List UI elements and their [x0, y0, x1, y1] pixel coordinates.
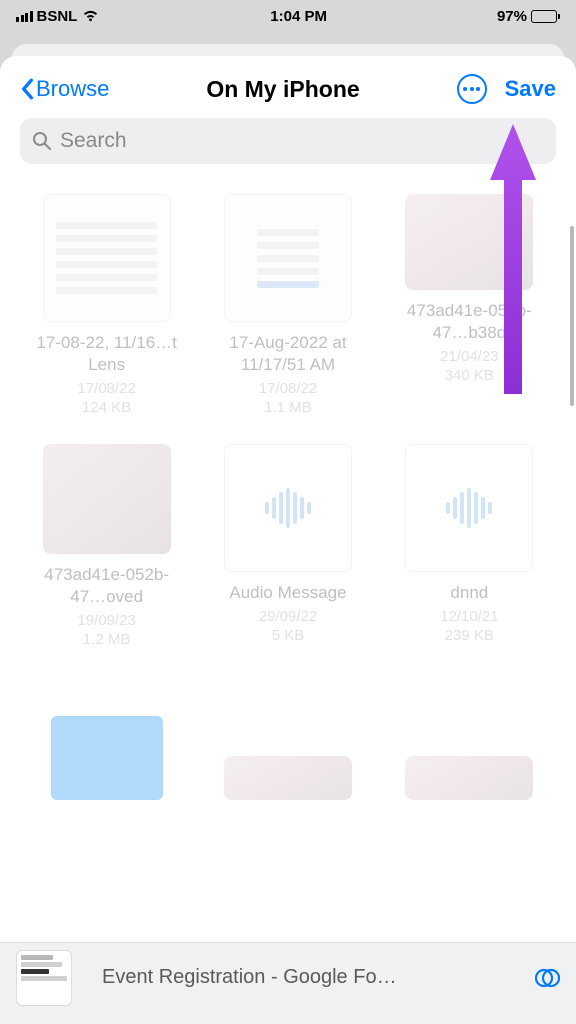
file-thumbnail	[405, 194, 533, 290]
file-date: 17/08/22	[77, 380, 135, 397]
page-address: Event Registration - Google Fo…	[102, 966, 397, 989]
carrier-label: BSNL	[37, 8, 78, 25]
file-date: 12/10/21	[440, 608, 498, 625]
file-thumbnail	[224, 756, 352, 800]
file-name: 473ad41e-052b-47…b38d	[394, 300, 544, 344]
status-time: 1:04 PM	[270, 8, 327, 25]
battery-percent: 97%	[497, 8, 527, 25]
file-thumbnail	[405, 444, 533, 572]
file-size: 239 KB	[445, 627, 494, 644]
back-button[interactable]: Browse	[20, 76, 109, 102]
more-options-button[interactable]	[457, 74, 487, 104]
file-item[interactable]: 473ad41e-052b-47…b38d 21/04/23 340 KB	[387, 194, 552, 416]
file-name: 17-08-22, 11/16…t Lens	[32, 332, 182, 376]
address-bar[interactable]: Event Registration - Google Fo…	[86, 956, 520, 1000]
file-size: 1.2 MB	[83, 631, 131, 648]
audio-wave-icon	[446, 488, 492, 528]
status-right: 97%	[497, 8, 560, 25]
tab-thumbnail[interactable]	[16, 950, 72, 1006]
file-item[interactable]: 473ad41e-052b-47…oved 19/09/23 1.2 MB	[24, 444, 189, 648]
back-label: Browse	[36, 76, 109, 102]
status-left: BSNL	[16, 8, 100, 25]
scroll-indicator	[570, 226, 574, 406]
file-thumbnail	[224, 444, 352, 572]
page-title: On My iPhone	[206, 76, 359, 103]
file-name: 17-Aug-2022 at 11/17/51 AM	[213, 332, 363, 376]
signal-icon	[16, 11, 33, 22]
file-grid: 17-08-22, 11/16…t Lens 17/08/22 124 KB 1…	[24, 194, 552, 810]
file-item[interactable]: 17-Aug-2022 at 11/17/51 AM 17/08/22 1.1 …	[205, 194, 370, 416]
chevron-left-icon	[20, 78, 34, 100]
folder-icon	[51, 716, 163, 800]
tab-overview-icon[interactable]	[534, 965, 560, 991]
navigation-bar: Browse On My iPhone Save	[0, 56, 576, 118]
file-item[interactable]: dnnd 12/10/21 239 KB	[387, 444, 552, 648]
file-date: 19/09/23	[77, 612, 135, 629]
status-bar: BSNL 1:04 PM 97%	[0, 0, 576, 32]
search-input[interactable]: Search	[20, 118, 556, 164]
search-placeholder: Search	[60, 129, 127, 153]
file-name: 473ad41e-052b-47…oved	[32, 564, 182, 608]
file-thumbnail	[43, 194, 171, 322]
file-date: 21/04/23	[440, 348, 498, 365]
file-date: 29/09/22	[259, 608, 317, 625]
file-item[interactable]	[205, 676, 370, 810]
file-item[interactable]: 17-08-22, 11/16…t Lens 17/08/22 124 KB	[24, 194, 189, 416]
file-item[interactable]: Audio Message 29/09/22 5 KB	[205, 444, 370, 648]
file-size: 124 KB	[82, 399, 131, 416]
file-thumbnail	[43, 444, 171, 554]
audio-wave-icon	[265, 488, 311, 528]
file-name: Audio Message	[229, 582, 346, 604]
file-date: 17/08/22	[259, 380, 317, 397]
save-button[interactable]: Save	[505, 76, 556, 102]
file-size: 5 KB	[272, 627, 305, 644]
file-size: 340 KB	[445, 367, 494, 384]
file-name: dnnd	[450, 582, 488, 604]
file-thumbnail	[405, 756, 533, 800]
browser-tab-bar: Event Registration - Google Fo…	[0, 942, 576, 1024]
file-size: 1.1 MB	[264, 399, 312, 416]
battery-icon	[531, 10, 560, 23]
file-item[interactable]	[24, 676, 189, 810]
file-item[interactable]	[387, 676, 552, 810]
wifi-icon	[81, 9, 100, 23]
search-icon	[32, 131, 52, 151]
file-picker-sheet: Browse On My iPhone Save Search 17-08-22…	[0, 56, 576, 1024]
file-thumbnail	[224, 194, 352, 322]
